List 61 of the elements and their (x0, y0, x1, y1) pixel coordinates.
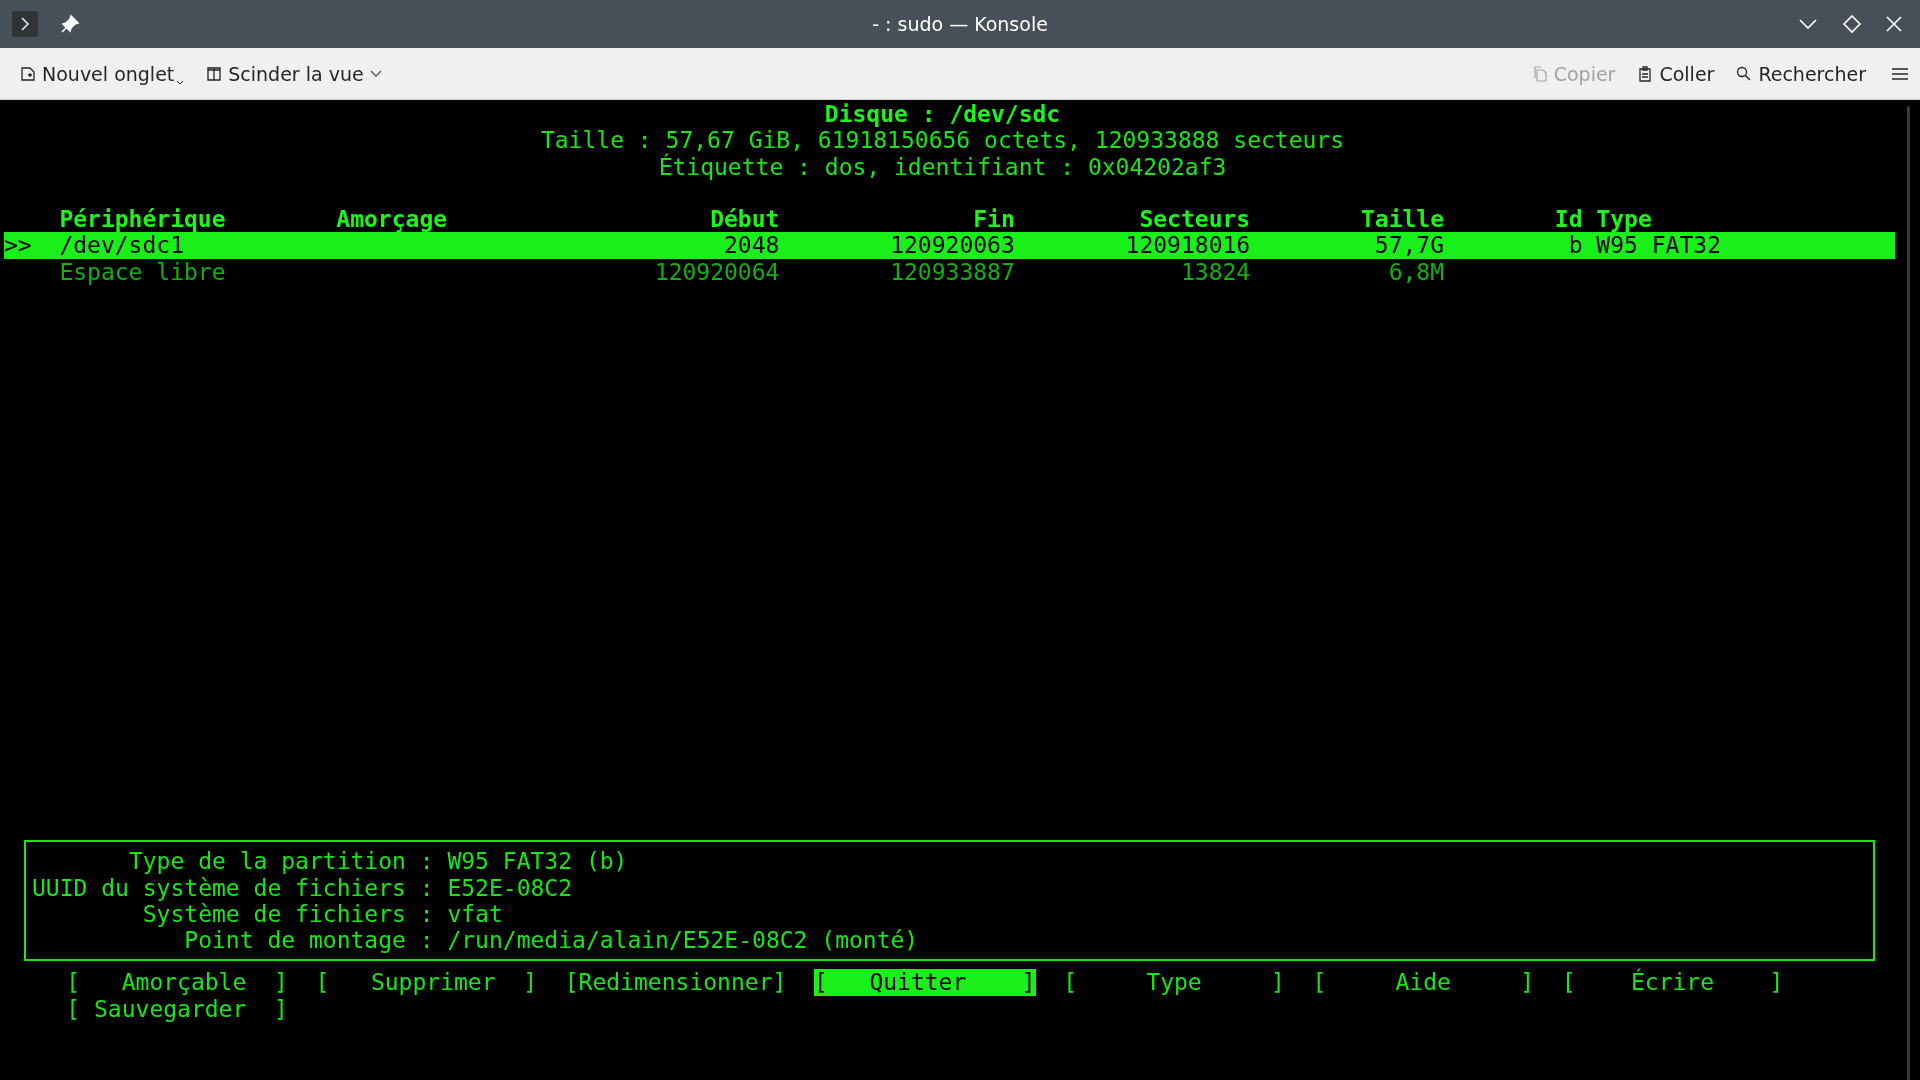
terminal-icon[interactable] (12, 11, 38, 37)
menu-button[interactable]: [Redimensionner] (564, 969, 787, 996)
column-header: Amorçage (336, 206, 449, 233)
disk-info-line: Étiquette : dos, identifiant : 0x04202af3 (657, 153, 1228, 180)
detail-label: UUID du système de fichiers : (32, 874, 434, 901)
table-cell: 57,7G (1374, 232, 1445, 259)
menu-button[interactable]: [ Type ] (1063, 969, 1285, 996)
search-icon (1736, 65, 1753, 82)
table-cell: b (1568, 232, 1583, 259)
row-cursor: >> (4, 232, 32, 259)
detail-value: /run/media/alain/E52E-08C2 (monté) (447, 927, 919, 954)
partition-row[interactable]: Espace libre 120920064 120933887 13824 6,8M (4, 258, 1895, 286)
disk-title: Disque : /dev/sdc (823, 101, 1062, 128)
column-header: Périphérique (59, 206, 227, 233)
new-tab-icon (20, 65, 36, 82)
table-cell: 13824 (1180, 258, 1251, 285)
table-cell: /dev/sdc1 (59, 232, 184, 259)
clipboard-icon (1637, 65, 1654, 82)
menu-button[interactable]: [ Quitter ] (814, 969, 1036, 996)
paste-button[interactable]: Coller (1631, 58, 1721, 89)
table-cell: 120933887 (890, 258, 1015, 285)
menu-button[interactable]: [ Supprimer ] (315, 969, 538, 996)
new-tab-button[interactable]: Nouvel onglet (14, 58, 191, 89)
table-cell: 2048 (724, 232, 780, 259)
pin-icon[interactable] (60, 14, 80, 34)
caret-icon (369, 69, 382, 78)
table-cell: 6,8M (1388, 258, 1445, 285)
detail-value: W95 FAT32 (b) (447, 848, 628, 875)
split-view-button[interactable]: Scinder la vue (200, 58, 388, 89)
copy-icon (1531, 65, 1548, 82)
table-cell: W95 FAT32 (1596, 232, 1721, 259)
scrollbar[interactable] (1907, 106, 1910, 1080)
disk-info-line: Taille : 57,67 GiB, 61918150656 octets, 120933888 secteurs (539, 127, 1346, 154)
search-button[interactable]: Rechercher (1730, 58, 1872, 89)
column-header: Taille (1359, 206, 1445, 233)
detail-value: vfat (447, 900, 503, 928)
close-icon[interactable] (1886, 16, 1902, 32)
table-cell: 120920064 (654, 258, 780, 285)
split-view-icon (206, 65, 223, 82)
menu-button[interactable]: [ Aide ] (1312, 969, 1534, 996)
caret-icon (176, 79, 185, 85)
detail-value: E52E-08C2 (447, 874, 573, 901)
menu-button[interactable]: [ Sauvegarder ] (66, 995, 288, 1022)
table-cell: 120920063 (890, 232, 1015, 259)
detail-label: Système de fichiers : (141, 900, 434, 928)
table-cell: 120918016 (1125, 232, 1251, 259)
detail-label: Type de la partition : (127, 848, 434, 875)
minimize-icon[interactable] (1798, 18, 1818, 30)
detail-label: Point de montage : (183, 927, 434, 954)
maximize-icon[interactable] (1842, 14, 1862, 34)
menu-icon[interactable] (1892, 66, 1908, 81)
column-header: Secteurs (1138, 206, 1251, 233)
column-header: Type (1595, 206, 1653, 233)
menu-button[interactable]: [ Amorçable ] (66, 969, 288, 996)
column-header: Début (709, 206, 780, 233)
table-cell: Espace libre (59, 258, 226, 285)
selected-partition-row[interactable]: >> /dev/sdc1 2048 120920063 120918016 57,7G b W95 FAT32 (4, 232, 1895, 259)
window-title: - : sudo — Konsole (872, 13, 1048, 35)
menu-button[interactable]: [ Écrire ] (1561, 969, 1784, 996)
column-header: Fin (972, 206, 1015, 233)
column-header: Id (1553, 206, 1583, 233)
